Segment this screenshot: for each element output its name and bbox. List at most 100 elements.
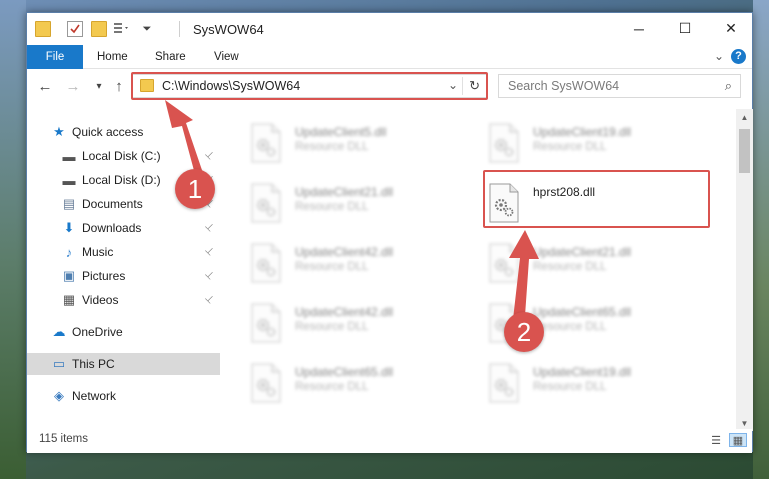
file-type: Resource DLL bbox=[295, 321, 369, 333]
vertical-scrollbar[interactable]: ▲ ▼ bbox=[736, 109, 753, 431]
forward-button[interactable]: → bbox=[63, 76, 83, 96]
address-bar[interactable]: C:\Windows\SysWOW64 ⌄ ↻ bbox=[131, 74, 487, 98]
search-input[interactable]: Search SysWOW64 bbox=[508, 79, 619, 93]
music-icon: ♪ bbox=[65, 244, 73, 260]
sidebar-item-downloads[interactable]: ⬇ Downloads ⊥ bbox=[27, 217, 220, 239]
refresh-icon[interactable]: ↻ bbox=[469, 78, 480, 94]
pictures-icon: ▣ bbox=[62, 268, 76, 283]
file-type: Resource DLL bbox=[533, 381, 607, 393]
pin-icon: ⊥ bbox=[202, 244, 217, 259]
back-button[interactable]: ← bbox=[35, 76, 55, 96]
help-icon[interactable]: ? bbox=[731, 49, 746, 64]
details-view-icon[interactable]: ☰ bbox=[707, 433, 725, 447]
large-icons-view-icon[interactable]: ▦ bbox=[729, 433, 747, 447]
navigation-bar: ← → ▾ ↑ C:\Windows\SysWOW64 ⌄ ↻ Search S… bbox=[27, 70, 752, 102]
file-type: Resource DLL bbox=[295, 261, 369, 273]
file-type: Resource DLL bbox=[295, 381, 369, 393]
sidebar-item-label: Network bbox=[72, 389, 117, 403]
dll-file-icon bbox=[251, 303, 281, 343]
file-name: UpdateClient21.dll bbox=[533, 245, 632, 259]
drive-icon: ▬ bbox=[62, 172, 76, 188]
sidebar-item-label: Local Disk (C:) bbox=[82, 149, 161, 163]
dll-file-icon bbox=[251, 243, 281, 283]
address-divider bbox=[462, 77, 463, 95]
recent-locations-button[interactable]: ▾ bbox=[89, 76, 109, 96]
step-2-badge: 2 bbox=[504, 312, 544, 352]
folder-icon bbox=[140, 79, 154, 92]
maximize-button[interactable]: ☐ bbox=[662, 13, 708, 44]
file-name: UpdateClient21.dll bbox=[295, 185, 394, 199]
search-icon: ⌕ bbox=[724, 78, 732, 93]
dll-file-icon bbox=[489, 363, 519, 403]
download-icon: ⬇ bbox=[63, 220, 75, 235]
navigation-pane: ★ Quick access ▬ Local Disk (C:) ⊥ ▬ Local Dis… bbox=[27, 109, 220, 427]
sidebar-item-network[interactable]: ◈ Network bbox=[27, 385, 220, 407]
pin-icon: ⊥ bbox=[202, 268, 217, 283]
address-path[interactable]: C:\Windows\SysWOW64 bbox=[162, 79, 300, 93]
search-box[interactable]: Search SysWOW64 ⌕ bbox=[498, 74, 741, 98]
file-item[interactable]: UpdateClient19.dll Resource DLL bbox=[487, 359, 717, 411]
sidebar-item-label: Pictures bbox=[82, 269, 126, 283]
file-name: UpdateClient42.dll bbox=[295, 305, 394, 319]
new-folder-icon[interactable] bbox=[91, 21, 107, 37]
file-name: hprst208.dll bbox=[533, 185, 596, 199]
tab-share[interactable]: Share bbox=[155, 45, 186, 69]
sidebar-item-local-disk-c[interactable]: ▬ Local Disk (C:) ⊥ bbox=[27, 145, 220, 167]
sidebar-item-videos[interactable]: ▦ Videos ⊥ bbox=[27, 289, 220, 311]
ribbon-tabs: File Home Share View ⌄ ? bbox=[27, 45, 752, 69]
pin-icon: ⊥ bbox=[202, 148, 217, 163]
status-bar: 115 items ☰ ▦ bbox=[27, 429, 752, 453]
dll-file-icon bbox=[251, 363, 281, 403]
file-name: UpdateClient65.dll bbox=[533, 305, 632, 319]
sidebar-item-pictures[interactable]: ▣ Pictures ⊥ bbox=[27, 265, 220, 287]
file-name: UpdateClient42.dll bbox=[295, 245, 394, 259]
file-item[interactable]: UpdateClient19.dll Resource DLL bbox=[487, 119, 717, 171]
up-button[interactable]: ↑ bbox=[109, 76, 129, 96]
close-button[interactable]: ✕ bbox=[708, 13, 754, 44]
tab-file[interactable]: File bbox=[27, 45, 83, 69]
sidebar-item-label: Quick access bbox=[72, 125, 144, 139]
cloud-icon: ☁ bbox=[52, 324, 66, 339]
file-item[interactable]: UpdateClient65.dll Resource DLL bbox=[249, 359, 479, 411]
dll-file-icon bbox=[489, 243, 519, 283]
file-type: Resource DLL bbox=[295, 141, 369, 153]
dll-file-icon bbox=[489, 183, 519, 223]
sidebar-item-onedrive[interactable]: ☁ OneDrive bbox=[27, 321, 220, 343]
file-name: UpdateClient5.dll bbox=[295, 125, 387, 139]
file-name: UpdateClient65.dll bbox=[295, 365, 394, 379]
pin-icon: ⊥ bbox=[202, 220, 217, 235]
properties-icon[interactable] bbox=[67, 21, 83, 37]
dll-file-icon bbox=[251, 123, 281, 163]
chevron-down-icon[interactable]: ⌄ bbox=[714, 49, 724, 63]
file-type: Resource DLL bbox=[533, 261, 607, 273]
file-item-target[interactable]: hprst208.dll bbox=[487, 179, 717, 231]
file-name: UpdateClient19.dll bbox=[533, 365, 632, 379]
videos-icon: ▦ bbox=[62, 292, 76, 307]
quick-access-dropdown-icon[interactable]: ⏷ bbox=[139, 21, 155, 37]
scroll-up-icon[interactable]: ▲ bbox=[736, 109, 753, 125]
sidebar-item-music[interactable]: ♪ Music ⊥ bbox=[27, 241, 220, 263]
title-separator bbox=[179, 21, 180, 37]
scroll-thumb[interactable] bbox=[739, 129, 750, 173]
sidebar-item-label: Music bbox=[82, 245, 114, 259]
file-item[interactable]: UpdateClient21.dll Resource DLL bbox=[487, 239, 717, 291]
file-type: Resource DLL bbox=[533, 321, 607, 333]
sidebar-item-quick-access[interactable]: ★ Quick access bbox=[27, 121, 220, 143]
file-list: UpdateClient5.dll Resource DLL UpdateClien… bbox=[221, 109, 736, 427]
file-type: Resource DLL bbox=[533, 141, 607, 153]
sidebar-item-label: Documents bbox=[82, 197, 143, 211]
step-1-badge: 1 bbox=[175, 169, 215, 209]
tab-view[interactable]: View bbox=[214, 45, 239, 69]
address-dropdown-icon[interactable]: ⌄ bbox=[448, 78, 458, 92]
file-item[interactable]: UpdateClient5.dll Resource DLL bbox=[249, 119, 479, 171]
item-count: 115 items bbox=[39, 433, 89, 445]
minimize-button[interactable]: ─ bbox=[616, 13, 662, 44]
sidebar-item-this-pc[interactable]: ▭ This PC bbox=[27, 353, 220, 375]
tab-home[interactable]: Home bbox=[97, 45, 128, 69]
file-item[interactable]: UpdateClient42.dll Resource DLL bbox=[249, 299, 479, 351]
customize-quick-access-icon[interactable] bbox=[113, 21, 129, 37]
file-name: UpdateClient19.dll bbox=[533, 125, 632, 139]
file-item[interactable]: UpdateClient21.dll Resource DLL bbox=[249, 179, 479, 231]
folder-icon bbox=[35, 21, 51, 37]
file-item[interactable]: UpdateClient42.dll Resource DLL bbox=[249, 239, 479, 291]
